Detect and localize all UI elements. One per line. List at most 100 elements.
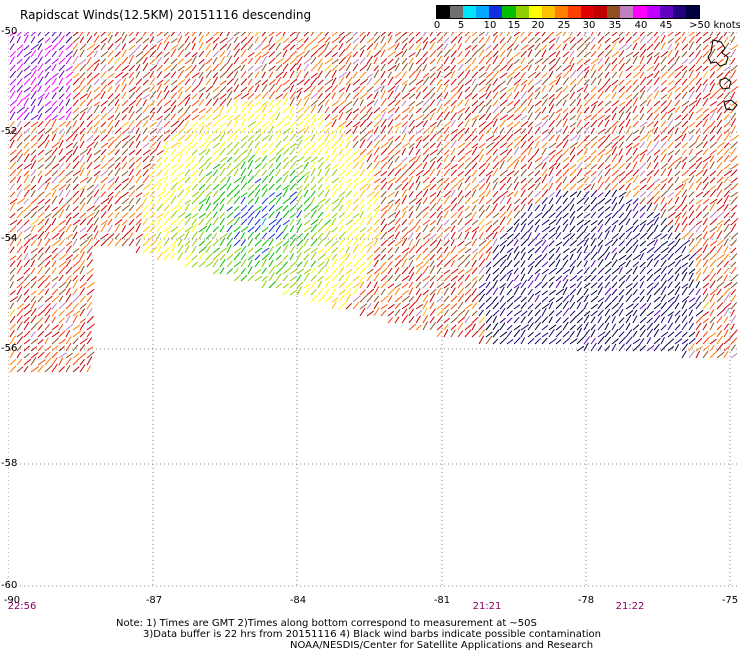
wind-barb — [667, 43, 673, 51]
wind-barb — [373, 307, 380, 317]
lat-label: -60 — [1, 580, 18, 591]
wind-barb — [23, 204, 32, 212]
wind-barb — [604, 71, 610, 79]
wind-barb — [506, 36, 512, 44]
wind-barb — [394, 183, 403, 191]
wind-barb — [541, 337, 548, 345]
wind-barb — [184, 128, 193, 135]
wind-barb — [464, 309, 470, 317]
wind-barb — [548, 134, 555, 142]
wind-barb — [534, 337, 542, 345]
wind-barb — [660, 233, 668, 240]
wind-barb — [296, 218, 302, 226]
wind-barb — [569, 163, 577, 170]
wind-barb — [268, 51, 276, 58]
wind-barb — [534, 302, 542, 310]
wind-barb — [674, 50, 679, 58]
wind-barb — [520, 64, 529, 72]
wind-barb — [149, 163, 156, 170]
wind-barb — [86, 77, 94, 86]
wind-barb — [457, 309, 466, 317]
wind-barb — [191, 114, 200, 121]
wind-barb — [604, 189, 611, 198]
wind-barb — [58, 169, 65, 177]
wind-barb — [730, 57, 736, 65]
wind-barb — [51, 42, 59, 51]
wind-barb — [58, 240, 64, 247]
wind-barb — [548, 149, 556, 156]
wind-barb — [387, 140, 394, 149]
wind-barb — [688, 217, 695, 226]
wind-barb — [387, 183, 394, 191]
wind-barb — [79, 282, 87, 289]
wind-barb — [37, 37, 44, 44]
wind-barb — [611, 100, 620, 107]
wind-barb — [667, 177, 673, 184]
wind-barb — [30, 276, 37, 282]
wind-barb — [247, 216, 254, 226]
wind-barb — [303, 260, 309, 268]
wind-barb — [513, 282, 522, 289]
wind-barb — [128, 161, 136, 170]
wind-barb — [681, 36, 687, 44]
wind-barb — [380, 267, 388, 275]
wind-barb — [380, 254, 386, 261]
wind-barb — [457, 58, 465, 65]
wind-barb — [478, 56, 486, 65]
wind-barb — [149, 239, 158, 247]
wind-barb — [282, 43, 291, 51]
wind-barb — [114, 43, 121, 51]
wind-barb — [464, 106, 471, 114]
wind-barb — [611, 274, 618, 282]
wind-barb — [324, 184, 331, 191]
wind-barb — [142, 71, 151, 79]
wind-barb — [65, 32, 71, 37]
wind-barb — [443, 42, 449, 51]
wind-barb — [695, 113, 704, 121]
wind-barb — [142, 204, 149, 212]
wind-barb — [583, 148, 588, 156]
wind-barb — [541, 119, 549, 128]
wind-barb — [583, 106, 590, 114]
wind-barb — [212, 239, 220, 247]
wind-barb — [23, 211, 32, 219]
wind-barb — [303, 175, 309, 184]
wind-barb — [513, 71, 521, 79]
wind-barb — [562, 64, 572, 72]
wind-barb — [121, 219, 128, 226]
wind-barb — [135, 192, 143, 198]
wind-barb — [562, 268, 571, 275]
wind-barb — [373, 253, 381, 261]
wind-barb — [65, 223, 72, 233]
wind-barb — [9, 43, 15, 51]
wind-barb — [37, 32, 42, 37]
wind-barb — [233, 231, 241, 240]
wind-barb — [275, 168, 281, 177]
wind-barb — [44, 295, 53, 303]
wind-barb — [128, 77, 135, 86]
wind-barb — [282, 289, 290, 296]
wind-barb — [485, 266, 492, 275]
wind-barb — [275, 32, 282, 37]
wind-barb — [527, 177, 534, 184]
wind-barb — [709, 259, 717, 268]
wind-barb — [317, 218, 324, 226]
wind-barb — [492, 274, 500, 282]
wind-barb — [702, 190, 710, 198]
wind-barb — [541, 134, 550, 142]
wind-barb — [114, 140, 122, 149]
wind-barb — [121, 72, 129, 79]
wind-barb — [443, 259, 452, 268]
wind-barb — [541, 147, 547, 156]
wind-barb — [58, 197, 64, 205]
wind-barb — [611, 106, 618, 114]
wind-barb — [583, 121, 590, 128]
wind-barb — [730, 196, 738, 205]
wind-barb — [254, 32, 260, 37]
wind-barb — [492, 91, 499, 100]
wind-barb — [478, 32, 486, 37]
wind-barb — [226, 63, 233, 72]
wind-barb — [674, 121, 682, 128]
wind-barb — [79, 233, 88, 240]
wind-barb — [58, 203, 66, 212]
